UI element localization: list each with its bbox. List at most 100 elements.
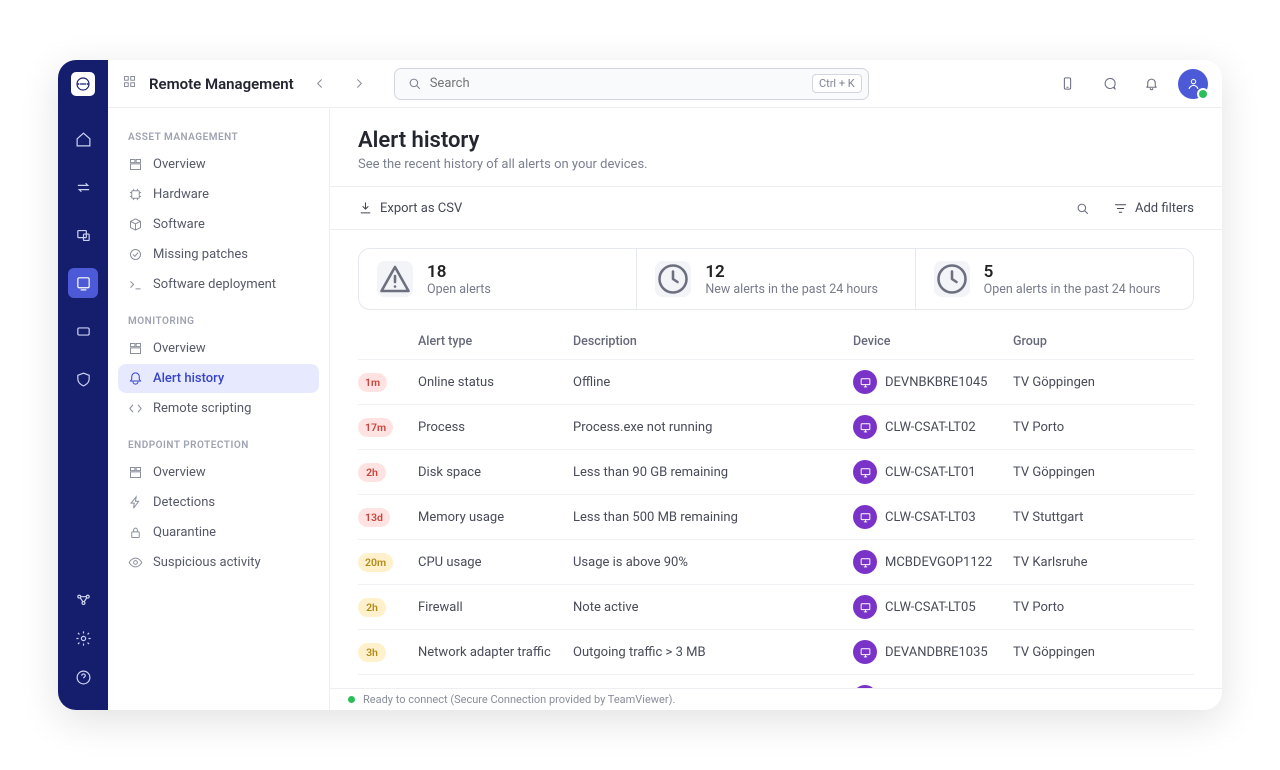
cell-description: Less than 500 MB remaining bbox=[573, 510, 853, 525]
stat-label: New alerts in the past 24 hours bbox=[705, 282, 878, 297]
cell-description: Note active bbox=[573, 600, 853, 615]
sidebar-item-software[interactable]: Software bbox=[118, 210, 319, 239]
nav-forward-button[interactable] bbox=[346, 70, 374, 98]
table-row[interactable]: 11d31256OfflineCLW-CSAT-LT07TV Porto bbox=[358, 674, 1194, 688]
stat-label: Open alerts bbox=[427, 282, 491, 297]
main-area: Remote Management Ctrl + K ASSET MANAGEM… bbox=[108, 60, 1222, 710]
sidebar-item-detections[interactable]: Detections bbox=[118, 488, 319, 517]
cell-device: CLW-CSAT-LT01 bbox=[853, 460, 1013, 484]
bell-icon bbox=[128, 371, 143, 386]
dashboard-icon bbox=[128, 465, 143, 480]
sidebar-item-suspicious-activity[interactable]: Suspicious activity bbox=[118, 548, 319, 577]
search-table-button[interactable] bbox=[1067, 193, 1097, 223]
rail-integrations-icon[interactable] bbox=[75, 591, 92, 612]
rail-transfer-icon[interactable] bbox=[68, 172, 98, 202]
stat-card: 5Open alerts in the past 24 hours bbox=[915, 249, 1193, 309]
add-filters-button[interactable]: Add filters bbox=[1113, 201, 1194, 216]
rail-help-icon[interactable] bbox=[75, 669, 92, 690]
sidebar-item-alert-history[interactable]: Alert history bbox=[118, 364, 319, 393]
cell-alert-type: Firewall bbox=[418, 600, 573, 615]
app-grid-icon[interactable] bbox=[122, 74, 137, 93]
page-title: Alert history bbox=[358, 128, 1194, 153]
content: Alert history See the recent history of … bbox=[330, 108, 1222, 710]
rail-shield-icon[interactable] bbox=[68, 364, 98, 394]
section-header: MONITORING bbox=[118, 310, 319, 333]
cell-device: CLW-CSAT-LT05 bbox=[853, 595, 1013, 619]
table-row[interactable]: 20mCPU usageUsage is above 90%MCBDEVGOP1… bbox=[358, 539, 1194, 584]
sidebar-item-hardware[interactable]: Hardware bbox=[118, 180, 319, 209]
sidebar-item-quarantine[interactable]: Quarantine bbox=[118, 518, 319, 547]
table-row[interactable]: 2hDisk spaceLess than 90 GB remainingCLW… bbox=[358, 449, 1194, 494]
cell-group: TV Göppingen bbox=[1013, 465, 1194, 480]
status-bar: Ready to connect (Secure Connection prov… bbox=[330, 688, 1222, 710]
deploy-icon bbox=[128, 277, 143, 292]
device-icon[interactable] bbox=[1052, 69, 1082, 99]
table-row[interactable]: 17mProcessProcess.exe not runningCLW-CSA… bbox=[358, 404, 1194, 449]
chip-icon bbox=[128, 187, 143, 202]
stat-value: 12 bbox=[705, 262, 878, 282]
bolt-icon bbox=[128, 495, 143, 510]
export-csv-button[interactable]: Export as CSV bbox=[358, 201, 462, 216]
cell-description: Offline bbox=[573, 375, 853, 390]
rail-devices-icon[interactable] bbox=[68, 220, 98, 250]
nav-back-button[interactable] bbox=[306, 70, 334, 98]
sidebar-item-software-deployment[interactable]: Software deployment bbox=[118, 270, 319, 299]
topbar: Remote Management Ctrl + K bbox=[108, 60, 1222, 108]
cell-description: Less than 90 GB remaining bbox=[573, 465, 853, 480]
sidebar: ASSET MANAGEMENTOverviewHardwareSoftware… bbox=[108, 108, 330, 710]
sidebar-item-remote-scripting[interactable]: Remote scripting bbox=[118, 394, 319, 423]
brand-logo[interactable] bbox=[71, 72, 95, 96]
sidebar-item-overview[interactable]: Overview bbox=[118, 458, 319, 487]
table-row[interactable]: 13dMemory usageLess than 500 MB remainin… bbox=[358, 494, 1194, 539]
table-row[interactable]: 1mOnline statusOfflineDEVNBKBRE1045TV Gö… bbox=[358, 359, 1194, 404]
rail-remote-mgmt-icon[interactable] bbox=[68, 268, 98, 298]
stat-card: 18Open alerts bbox=[359, 249, 636, 309]
rail-home-icon[interactable] bbox=[68, 124, 98, 154]
rail-settings-icon[interactable] bbox=[75, 630, 92, 651]
time-badge: 3h bbox=[358, 643, 386, 662]
cell-description: Process.exe not running bbox=[573, 420, 853, 435]
eye-icon bbox=[128, 555, 143, 570]
search-icon bbox=[407, 76, 422, 91]
table-row[interactable]: 3hNetwork adapter trafficOutgoing traffi… bbox=[358, 629, 1194, 674]
filter-icon bbox=[1113, 201, 1128, 216]
monitor-icon bbox=[853, 550, 877, 574]
sidebar-item-overview[interactable]: Overview bbox=[118, 334, 319, 363]
cell-group: TV Göppingen bbox=[1013, 375, 1194, 390]
stat-label: Open alerts in the past 24 hours bbox=[984, 282, 1161, 297]
nav-rail bbox=[58, 60, 108, 710]
table-header: Alert type Description Device Group bbox=[358, 324, 1194, 359]
page-subtitle: See the recent history of all alerts on … bbox=[358, 157, 1194, 172]
page-context-title: Remote Management bbox=[149, 75, 294, 93]
monitor-icon bbox=[853, 640, 877, 664]
cell-device: CLW-CSAT-LT02 bbox=[853, 415, 1013, 439]
sidebar-item-missing-patches[interactable]: Missing patches bbox=[118, 240, 319, 269]
content-toolbar: Export as CSV Add filters bbox=[330, 186, 1222, 230]
bell-icon[interactable] bbox=[1136, 69, 1166, 99]
page-header: Alert history See the recent history of … bbox=[330, 108, 1222, 186]
time-badge: 1m bbox=[358, 373, 387, 392]
lock-icon bbox=[128, 525, 143, 540]
chat-icon[interactable] bbox=[1094, 69, 1124, 99]
stat-value: 5 bbox=[984, 262, 1161, 282]
time-badge: 17m bbox=[358, 418, 393, 437]
sidebar-item-overview[interactable]: Overview bbox=[118, 150, 319, 179]
search-field[interactable]: Ctrl + K bbox=[394, 68, 869, 100]
patch-icon bbox=[128, 247, 143, 262]
monitor-icon bbox=[853, 370, 877, 394]
cell-alert-type: Memory usage bbox=[418, 510, 573, 525]
alerts-table: Alert type Description Device Group 1m On… bbox=[330, 324, 1222, 688]
cell-description: Outgoing traffic > 3 MB bbox=[573, 645, 853, 660]
dashboard-icon bbox=[128, 341, 143, 356]
table-row[interactable]: 2hFirewallNote activeCLW-CSAT-LT05TV Por… bbox=[358, 584, 1194, 629]
cell-alert-type: Online status bbox=[418, 375, 573, 390]
clock-icon bbox=[934, 261, 970, 297]
monitor-icon bbox=[853, 595, 877, 619]
package-icon bbox=[128, 217, 143, 232]
avatar[interactable] bbox=[1178, 69, 1208, 99]
app-window: Remote Management Ctrl + K ASSET MANAGEM… bbox=[58, 60, 1222, 710]
dashboard-icon bbox=[128, 157, 143, 172]
search-input[interactable] bbox=[422, 76, 812, 91]
cell-device: DEVANDBRE1035 bbox=[853, 640, 1013, 664]
rail-ticket-icon[interactable] bbox=[68, 316, 98, 346]
